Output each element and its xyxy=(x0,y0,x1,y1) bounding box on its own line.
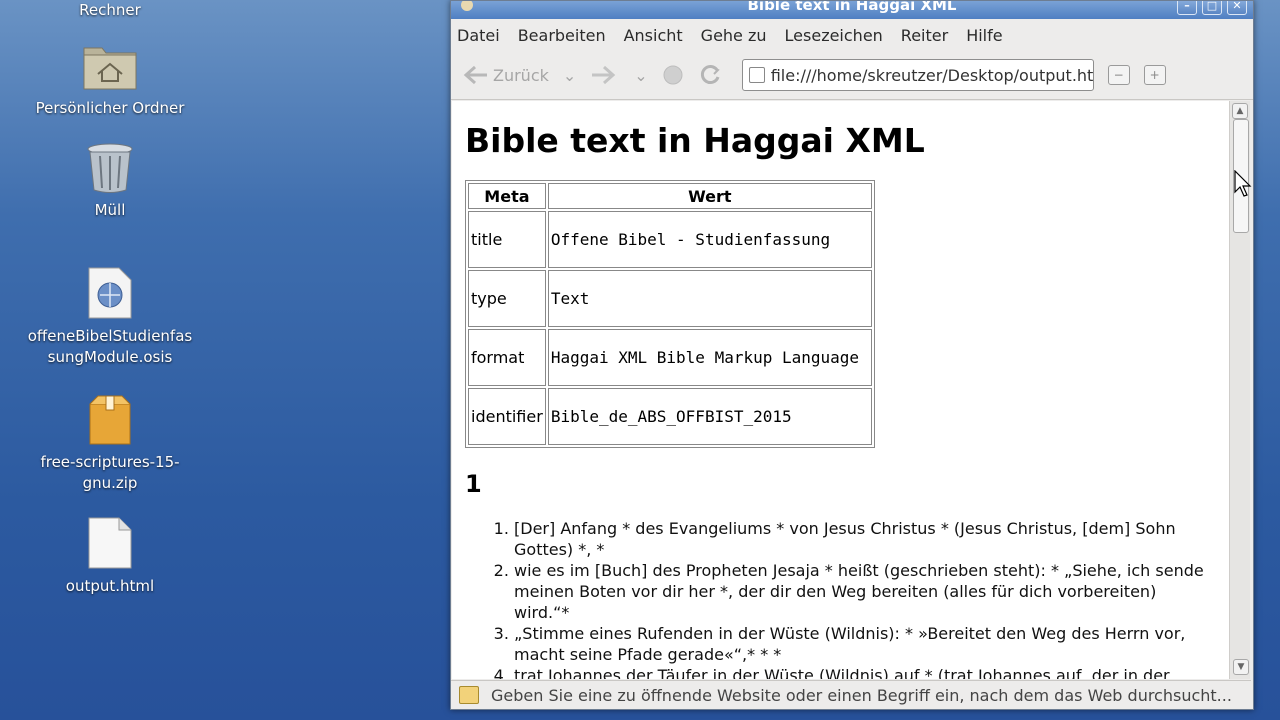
page-content: Bible text in Haggai XML Meta Wert title… xyxy=(452,101,1229,679)
home-folder-icon xyxy=(83,47,137,90)
table-row: format Haggai XML Bible Markup Language xyxy=(468,329,872,386)
archive-icon xyxy=(89,395,131,445)
zoom-out-button[interactable]: − xyxy=(1107,65,1130,85)
web-document-icon xyxy=(88,267,132,319)
menu-lesezeichen[interactable]: Lesezeichen xyxy=(785,26,883,45)
document-icon xyxy=(88,517,132,569)
desktop-icon-label: Persönlicher Ordner xyxy=(35,99,185,117)
meta-value: Text xyxy=(547,270,872,327)
url-bar[interactable]: file:///home/skreutzer/Desktop/output.ht xyxy=(741,59,1094,91)
trash-icon xyxy=(87,143,133,193)
meta-key: type xyxy=(468,270,546,327)
chevron-down-icon[interactable]: ⌄ xyxy=(634,66,647,85)
table-row: type Text xyxy=(468,270,872,327)
scroll-down-button[interactable]: ▼ xyxy=(1233,659,1249,675)
back-button-label: Zurück xyxy=(493,65,549,85)
reload-button[interactable] xyxy=(698,63,722,87)
back-arrow-icon xyxy=(463,65,487,85)
app-icon xyxy=(461,1,473,11)
close-button[interactable]: ✕ xyxy=(1227,1,1247,15)
forward-button[interactable]: ⌄ xyxy=(590,65,648,85)
desktop-icon-label: free-scriptures-15-gnu.zip xyxy=(40,453,180,492)
meta-value: Bible_de_ABS_OFFBIST_2015 xyxy=(547,388,872,445)
meta-value: Offene Bibel - Studienfassung xyxy=(547,211,872,268)
desktop-icon-label: Rechner xyxy=(79,1,141,19)
table-row: identifier Bible_de_ABS_OFFBIST_2015 xyxy=(468,388,872,445)
chapter-heading: 1 xyxy=(465,470,482,498)
column-header-wert: Wert xyxy=(547,183,872,209)
meta-key: format xyxy=(468,329,546,386)
window-title: Bible text in Haggai XML xyxy=(747,1,957,14)
maximize-button[interactable]: □ xyxy=(1202,1,1222,15)
column-header-meta: Meta xyxy=(468,183,546,209)
desktop-icon-rechner[interactable]: Rechner xyxy=(20,0,200,21)
desktop-icon-output-html[interactable]: output.html xyxy=(20,516,200,597)
menu-bearbeiten[interactable]: Bearbeiten xyxy=(518,26,606,45)
reload-icon xyxy=(700,65,720,84)
title-bar[interactable]: Bible text in Haggai XML – □ ✕ xyxy=(451,1,1253,19)
back-button[interactable]: Zurück ⌄ xyxy=(463,65,576,85)
meta-value: Haggai XML Bible Markup Language xyxy=(547,329,872,386)
lock-icon xyxy=(459,686,479,704)
menu-hilfe[interactable]: Hilfe xyxy=(966,26,1002,45)
minimize-button[interactable]: – xyxy=(1177,1,1197,15)
meta-table: Meta Wert title Offene Bibel - Studienfa… xyxy=(465,180,875,448)
verse-list: [Der] Anfang * des Evangeliums * von Jes… xyxy=(452,518,1214,679)
meta-key: title xyxy=(468,211,546,268)
meta-key: identifier xyxy=(468,388,546,445)
desktop-icon-label: offeneBibelStudienfassungModule.osis xyxy=(27,327,193,366)
menu-datei[interactable]: Datei xyxy=(457,26,500,45)
browser-window: Bible text in Haggai XML – □ ✕ Datei Bea… xyxy=(450,0,1254,710)
menu-bar: Datei Bearbeiten Ansicht Gehe zu Lesezei… xyxy=(451,19,1253,51)
desktop-icon-label: output.html xyxy=(65,577,155,595)
scroll-up-button[interactable]: ▲ xyxy=(1232,103,1248,119)
status-text: Geben Sie eine zu öffnende Website oder … xyxy=(491,685,1232,705)
desktop-icon-trash[interactable]: Müll xyxy=(20,142,200,221)
status-bar: Geben Sie eine zu öffnende Website oder … xyxy=(451,680,1251,709)
stop-icon xyxy=(663,65,683,85)
menu-ansicht[interactable]: Ansicht xyxy=(624,26,683,45)
page-heading: Bible text in Haggai XML xyxy=(465,121,925,160)
desktop-icon-label: Müll xyxy=(94,201,126,219)
mouse-cursor-icon xyxy=(1234,170,1252,197)
desktop-icon-osis-file[interactable]: offeneBibelStudienfassungModule.osis xyxy=(20,266,200,368)
zoom-in-button[interactable]: + xyxy=(1143,65,1166,85)
menu-reiter[interactable]: Reiter xyxy=(901,26,948,45)
table-row: title Offene Bibel - Studienfassung xyxy=(468,211,872,268)
verse-item: wie es im [Buch] des Propheten Jesaja * … xyxy=(514,560,1214,623)
verse-item: trat Johannes der Täufer in der Wüste (W… xyxy=(514,665,1214,679)
desktop-icon-zip[interactable]: free-scriptures-15-gnu.zip xyxy=(20,394,200,494)
stop-button[interactable] xyxy=(662,64,684,86)
desktop-icon-home-folder[interactable]: Persönlicher Ordner xyxy=(20,40,200,119)
verse-item: „Stimme eines Rufenden in der Wüste (Wil… xyxy=(514,623,1214,665)
navigation-toolbar: Zurück ⌄ ⌄ file:///home/skreutzer/Deskto… xyxy=(451,51,1253,100)
menu-gehe-zu[interactable]: Gehe zu xyxy=(701,26,767,45)
url-text[interactable]: file:///home/skreutzer/Desktop/output.ht xyxy=(771,66,1093,85)
forward-arrow-icon xyxy=(592,65,616,85)
table-header-row: Meta Wert xyxy=(468,183,872,209)
chevron-down-icon[interactable]: ⌄ xyxy=(563,66,576,85)
page-icon xyxy=(748,67,765,83)
verse-item: [Der] Anfang * des Evangeliums * von Jes… xyxy=(514,518,1214,560)
